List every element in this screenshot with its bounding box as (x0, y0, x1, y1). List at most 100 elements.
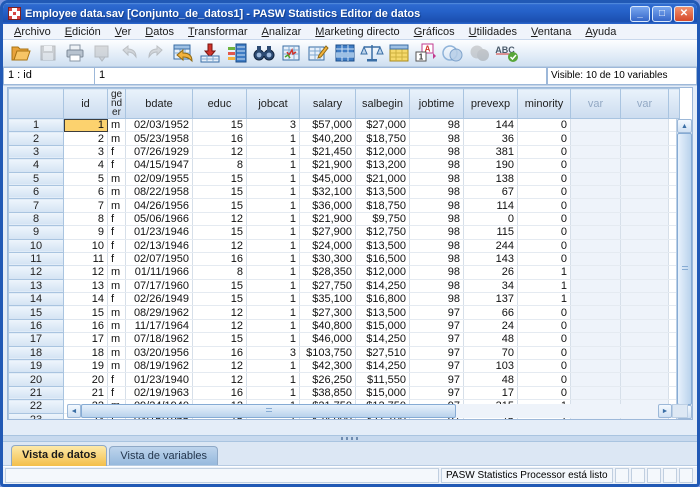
data-cell[interactable]: 18 (64, 346, 108, 359)
column-header-id[interactable]: id (64, 89, 108, 119)
data-cell[interactable]: 15 (64, 306, 108, 319)
row-number-header[interactable]: 23 (9, 413, 64, 420)
data-cell[interactable]: 97 (410, 373, 464, 386)
data-cell[interactable]: 13 (64, 279, 108, 292)
menu-edici-n[interactable]: Edición (58, 26, 108, 38)
data-cell[interactable]: $12,750 (356, 226, 410, 239)
goto-variable-icon[interactable] (196, 41, 223, 65)
data-cell[interactable]: m (108, 319, 126, 332)
data-cell[interactable]: 07/26/1929 (126, 145, 193, 158)
column-header-salary[interactable]: salary (300, 89, 356, 119)
data-cell[interactable]: $35,100 (300, 293, 356, 306)
data-cell[interactable]: 12 (193, 212, 247, 225)
data-cell[interactable]: $45,000 (300, 172, 356, 185)
row-number-header[interactable]: 21 (9, 386, 64, 399)
menu-datos[interactable]: Datos (138, 26, 181, 38)
data-cell[interactable]: 0 (518, 172, 571, 185)
data-cell[interactable]: $38,850 (300, 386, 356, 399)
data-cell[interactable]: 1 (247, 185, 300, 198)
data-cell[interactable]: 20 (64, 373, 108, 386)
column-header-minority[interactable]: minority (518, 89, 571, 119)
data-cell[interactable]: 114 (464, 199, 518, 212)
show-all-variables-icon[interactable] (466, 41, 493, 65)
data-cell[interactable]: f (108, 145, 126, 158)
data-cell[interactable]: 1 (247, 172, 300, 185)
var-cell[interactable] (571, 239, 621, 252)
data-cell[interactable]: $14,250 (356, 279, 410, 292)
data-cell[interactable]: 11 (64, 252, 108, 265)
data-cell[interactable]: 3 (247, 119, 300, 132)
data-cell[interactable]: m (108, 266, 126, 279)
data-cell[interactable]: 98 (410, 266, 464, 279)
var-cell[interactable] (621, 346, 669, 359)
data-cell[interactable]: f (108, 373, 126, 386)
maximize-button[interactable]: □ (652, 6, 672, 22)
row-number-header[interactable]: 19 (9, 360, 64, 373)
var-cell[interactable] (621, 293, 669, 306)
var-cell[interactable] (621, 239, 669, 252)
row-number-header[interactable]: 3 (9, 145, 64, 158)
data-cell[interactable]: 2 (64, 132, 108, 145)
data-cell[interactable]: 12 (64, 266, 108, 279)
var-cell[interactable] (571, 293, 621, 306)
var-cell[interactable] (571, 306, 621, 319)
data-cell[interactable]: 1 (247, 360, 300, 373)
tab-variable-view[interactable]: Vista de variables (109, 446, 218, 465)
var-cell[interactable] (621, 159, 669, 172)
var-cell[interactable] (621, 279, 669, 292)
data-cell[interactable]: 0 (518, 346, 571, 359)
data-cell[interactable]: 10 (64, 239, 108, 252)
vertical-scrollbar[interactable]: ▲ ▼ (676, 119, 692, 419)
data-cell[interactable]: 1 (518, 279, 571, 292)
data-cell[interactable]: $21,000 (356, 172, 410, 185)
data-cell[interactable]: 15 (193, 293, 247, 306)
data-cell[interactable]: 97 (410, 319, 464, 332)
data-cell[interactable]: 1 (247, 319, 300, 332)
menu-utilidades[interactable]: Utilidades (462, 26, 524, 38)
data-cell[interactable]: m (108, 279, 126, 292)
data-cell[interactable]: 115 (464, 226, 518, 239)
var-cell[interactable] (621, 132, 669, 145)
data-cell[interactable]: 0 (518, 132, 571, 145)
data-cell[interactable]: 17 (464, 386, 518, 399)
var-cell[interactable] (621, 185, 669, 198)
data-cell[interactable]: 48 (464, 373, 518, 386)
var-cell[interactable] (621, 319, 669, 332)
data-cell[interactable]: 12 (193, 306, 247, 319)
data-cell[interactable]: $21,900 (300, 159, 356, 172)
data-cell[interactable]: 1 (247, 386, 300, 399)
data-cell[interactable]: 1 (247, 212, 300, 225)
data-cell[interactable]: 1 (247, 226, 300, 239)
data-cell[interactable]: 1 (247, 239, 300, 252)
data-cell[interactable]: 244 (464, 239, 518, 252)
data-cell[interactable]: 0 (518, 212, 571, 225)
data-cell[interactable]: 16 (193, 252, 247, 265)
data-cell[interactable]: $40,200 (300, 132, 356, 145)
row-number-header[interactable]: 17 (9, 333, 64, 346)
var-cell[interactable] (571, 252, 621, 265)
data-cell[interactable]: 1 (247, 279, 300, 292)
data-cell[interactable]: $16,800 (356, 293, 410, 306)
data-cell[interactable]: 98 (410, 293, 464, 306)
weight-cases-icon[interactable] (358, 41, 385, 65)
data-cell[interactable]: 15 (193, 119, 247, 132)
data-cell[interactable]: $15,000 (356, 319, 410, 332)
menu-archivo[interactable]: Archivo (7, 26, 58, 38)
data-cell[interactable]: 15 (193, 172, 247, 185)
var-cell[interactable] (621, 373, 669, 386)
row-number-header[interactable]: 5 (9, 172, 64, 185)
recall-dialogs-icon[interactable] (88, 41, 115, 65)
cell-editor[interactable]: 1 (95, 67, 547, 85)
var-cell[interactable] (571, 319, 621, 332)
data-cell[interactable]: f (108, 212, 126, 225)
data-cell[interactable]: 1 (247, 333, 300, 346)
column-header-var-2[interactable]: var (621, 89, 669, 119)
data-cell[interactable]: 0 (518, 185, 571, 198)
insert-cases-icon[interactable] (277, 41, 304, 65)
var-cell[interactable] (571, 172, 621, 185)
var-cell[interactable] (571, 373, 621, 386)
data-cell[interactable]: 0 (518, 226, 571, 239)
data-cell[interactable]: 98 (410, 159, 464, 172)
data-cell[interactable]: f (108, 159, 126, 172)
var-cell[interactable] (571, 199, 621, 212)
